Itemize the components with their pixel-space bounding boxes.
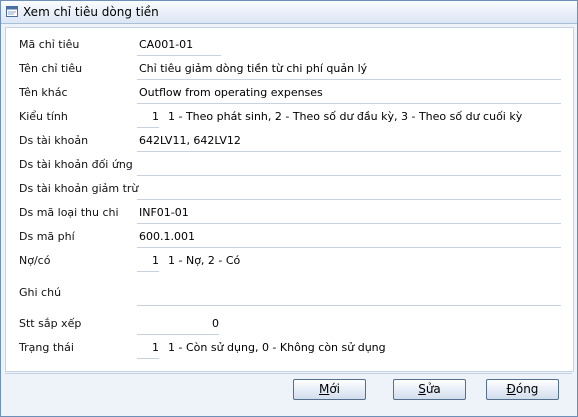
row-kieu-tinh: Kiểu tính 1 1 - Theo phát sinh, 2 - Theo… <box>6 107 573 128</box>
ds-tai-khoan-field[interactable]: 642LV11, 642LV12 <box>137 133 561 152</box>
kieu-tinh-hint: 1 - Theo phát sinh, 2 - Theo số dư đầu k… <box>168 110 523 123</box>
ten-khac-label: Tên khác <box>19 86 68 99</box>
ds-ma-phi-label: Ds mã phí <box>19 230 75 243</box>
row-ma-chi-tieu: Mã chỉ tiêu CA001-01 <box>6 35 573 56</box>
trang-thai-field[interactable]: 1 <box>137 340 159 359</box>
ds-tk-doi-ung-value <box>137 158 139 171</box>
trang-thai-hint: 1 - Còn sử dụng, 0 - Không còn sử dụng <box>168 341 386 354</box>
form-panel: Mã chỉ tiêu CA001-01 Tên chỉ tiêu Chỉ ti… <box>5 27 574 372</box>
ghi-chu-value <box>137 288 139 301</box>
row-ds-tk-giam-tru: Ds tài khoản giảm trừ <box>6 179 573 200</box>
edit-button-label: ửa <box>425 382 441 396</box>
new-button-label: ới <box>329 382 341 396</box>
title-bar: Xem chỉ tiêu dòng tiền <box>1 1 577 24</box>
kieu-tinh-label: Kiểu tính <box>19 110 68 123</box>
ds-ma-phi-field[interactable]: 600.1.001 <box>137 229 561 248</box>
row-ten-chi-tieu: Tên chỉ tiêu Chỉ tiêu giảm dòng tiền từ … <box>6 59 573 80</box>
window-icon <box>6 6 18 17</box>
row-ds-ma-phi: Ds mã phí 600.1.001 <box>6 227 573 248</box>
close-button-label: óng <box>515 382 539 396</box>
ds-tk-doi-ung-label: Ds tài khoản đối ứng <box>19 158 133 171</box>
ten-chi-tieu-field[interactable]: Chỉ tiêu giảm dòng tiền từ chi phí quản … <box>137 61 561 80</box>
row-ds-tai-khoan: Ds tài khoản 642LV11, 642LV12 <box>6 131 573 152</box>
ten-khac-value: Outflow from operating expenses <box>139 86 323 99</box>
stt-sap-xep-label: Stt sắp xếp <box>19 317 82 330</box>
no-co-label: Nợ/có <box>19 254 51 267</box>
close-button-accel: Đ <box>506 382 516 396</box>
ds-tai-khoan-value: 642LV11, 642LV12 <box>139 134 241 147</box>
new-button-accel: M <box>318 382 330 396</box>
trang-thai-label: Trạng thái <box>19 341 74 354</box>
ghi-chu-field[interactable] <box>137 287 561 306</box>
stt-sap-xep-field[interactable]: 0 <box>137 316 219 335</box>
row-ghi-chu: Ghi chú <box>6 283 573 306</box>
ds-tai-khoan-label: Ds tài khoản <box>19 134 89 147</box>
row-stt-sap-xep: Stt sắp xếp 0 <box>6 314 573 335</box>
footer-divider <box>5 373 572 374</box>
ds-tk-giam-tru-label: Ds tài khoản giảm trừ <box>19 182 139 195</box>
new-button[interactable]: Mới <box>293 379 366 400</box>
ds-ma-loai-thu-chi-field[interactable]: INF01-01 <box>137 205 561 224</box>
ds-tk-doi-ung-field[interactable] <box>137 157 561 176</box>
row-ds-ma-loai-thu-chi: Ds mã loại thu chi INF01-01 <box>6 203 573 224</box>
row-ten-khac: Tên khác Outflow from operating expenses <box>6 83 573 104</box>
ds-tk-giam-tru-value <box>137 182 139 195</box>
ma-chi-tieu-value: CA001-01 <box>139 38 194 51</box>
ghi-chu-label: Ghi chú <box>19 286 62 299</box>
ds-ma-loai-thu-chi-value: INF01-01 <box>139 206 189 219</box>
kieu-tinh-field[interactable]: 1 <box>137 109 159 128</box>
row-ds-tk-doi-ung: Ds tài khoản đối ứng <box>6 155 573 176</box>
ten-chi-tieu-label: Tên chỉ tiêu <box>19 62 83 75</box>
no-co-field[interactable]: 1 <box>137 253 159 272</box>
close-button[interactable]: Đóng <box>486 379 559 400</box>
ten-chi-tieu-value: Chỉ tiêu giảm dòng tiền từ chi phí quản … <box>139 62 368 75</box>
row-trang-thai: Trạng thái 1 1 - Còn sử dụng, 0 - Không … <box>6 338 573 359</box>
edit-button[interactable]: Sửa <box>393 379 466 400</box>
ds-tk-giam-tru-field[interactable] <box>137 181 561 200</box>
ds-ma-phi-value: 600.1.001 <box>139 230 195 243</box>
ma-chi-tieu-field[interactable]: CA001-01 <box>137 37 221 56</box>
dialog-window: Xem chỉ tiêu dòng tiền Mã chỉ tiêu CA001… <box>0 0 578 417</box>
row-no-co: Nợ/có 1 1 - Nợ, 2 - Có <box>6 251 573 272</box>
edit-button-accel: S <box>418 382 426 396</box>
no-co-hint: 1 - Nợ, 2 - Có <box>168 254 241 267</box>
ten-khac-field[interactable]: Outflow from operating expenses <box>137 85 561 104</box>
ds-ma-loai-thu-chi-label: Ds mã loại thu chi <box>19 206 119 219</box>
window-title: Xem chỉ tiêu dòng tiền <box>23 5 159 19</box>
ma-chi-tieu-label: Mã chỉ tiêu <box>19 38 80 51</box>
